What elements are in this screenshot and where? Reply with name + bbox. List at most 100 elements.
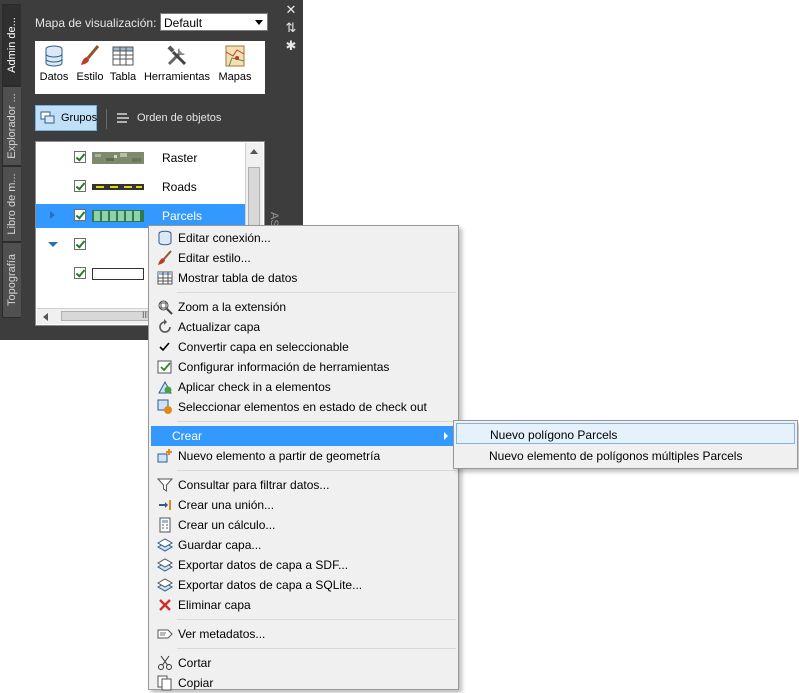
scroll-left-icon[interactable] (43, 313, 48, 321)
menu-item-cortar[interactable]: Cortar (151, 653, 456, 673)
menu-separator (177, 648, 456, 649)
autohide-icon[interactable]: ⇅ (283, 20, 299, 36)
menu-item-configurar-información-de-herramientas[interactable]: Configurar información de herramientas (151, 357, 456, 377)
layer-row-raster[interactable]: Raster (36, 146, 246, 170)
menu-item-label: Editar estilo... (178, 251, 251, 265)
check-out-select-icon (157, 399, 172, 414)
display-map-value: Default (164, 16, 203, 30)
display-map-select[interactable]: Default (160, 13, 268, 31)
datos-button[interactable]: Datos (37, 44, 71, 83)
menu-item-zoom-a-la-extensión[interactable]: Zoom a la extensión (151, 297, 456, 317)
layer-visibility-checkbox[interactable] (74, 180, 86, 192)
calculator-icon (159, 517, 171, 533)
menu-item-nuevo-multipoligono[interactable]: Nuevo elemento de polígonos múltiples Pa… (456, 445, 795, 466)
toolbar-separator (106, 109, 107, 129)
estilo-button[interactable]: Estilo (73, 44, 107, 83)
scroll-up-icon[interactable] (250, 149, 258, 154)
menu-item-label: Ver metadatos... (178, 627, 266, 641)
menu-item-crear-una-unión[interactable]: Crear una unión... (151, 495, 456, 515)
palette-side-tabs: Admin de... Explorador ... Libro de m...… (0, 0, 22, 320)
export-sdf-icon (157, 558, 173, 572)
menu-item-label: Configurar información de herramientas (178, 360, 390, 374)
menu-item-mostrar-tabla-de-datos[interactable]: Mostrar tabla de datos (151, 268, 456, 288)
table-icon (157, 271, 173, 285)
menu-item-label: Editar conexión... (178, 231, 271, 245)
menu-item-guardar-capa[interactable]: Guardar capa... (151, 535, 456, 555)
menu-item-label: Convertir capa en seleccionable (178, 340, 349, 354)
menu-item-exportar-datos-de-capa-a-sdf[interactable]: Exportar datos de capa a SDF... (151, 555, 456, 575)
menu-item-nuevo-elemento-a-partir-de-geometría[interactable]: Nuevo elemento a partir de geometría (151, 446, 456, 466)
menu-item-copiar[interactable]: Copiar (151, 673, 456, 693)
menu-separator (177, 470, 456, 471)
export-sqlite-icon (157, 578, 173, 592)
refresh-icon (159, 319, 171, 333)
menu-item-ver-metadatos[interactable]: Ver metadatos... (151, 624, 456, 644)
create-submenu: Nuevo polígono Parcels Nuevo elemento de … (453, 420, 798, 469)
menu-item-actualizar-capa[interactable]: Actualizar capa (151, 317, 456, 337)
join-icon (159, 500, 171, 510)
menu-item-label: Nuevo elemento de polígonos múltiples Pa… (489, 449, 743, 463)
menu-separator (177, 421, 456, 422)
layer-visibility-checkbox[interactable] (74, 267, 86, 279)
close-icon[interactable]: ✕ (283, 2, 299, 18)
view-switch-row: Grupos Orden de objetos (35, 105, 267, 133)
layer-row-roads[interactable]: Roads (36, 175, 246, 199)
draw-order-icon (117, 113, 129, 123)
menu-item-label: Nuevo elemento a partir de geometría (178, 449, 381, 463)
palette-title-controls: ✕ ⇅ ✱ (281, 2, 301, 56)
menu-item-label: Crear (172, 429, 203, 443)
herramientas-button[interactable]: Herramientas (141, 44, 213, 83)
metadata-icon (157, 629, 173, 639)
layer-visibility-checkbox[interactable] (74, 151, 86, 163)
brush-icon (158, 250, 172, 265)
menu-item-label: Cortar (178, 656, 212, 670)
layer-name: Raster (162, 151, 198, 165)
outline-swatch-icon (92, 268, 144, 280)
layer-visibility-checkbox[interactable] (74, 238, 86, 250)
raster-swatch-icon (92, 152, 144, 164)
tab-libro[interactable]: Libro de m... (2, 166, 21, 242)
menu-item-aplicar-check-in-a-elementos[interactable]: Aplicar check in a elementos (151, 377, 456, 397)
tabla-button[interactable]: Tabla (107, 44, 139, 83)
menu-separator (177, 619, 456, 620)
menu-item-crear-un-cálculo[interactable]: Crear un cálculo... (151, 515, 456, 535)
menu-item-label: Seleccionar elementos en estado de check… (178, 400, 427, 414)
tab-admin[interactable]: Admin de... (2, 4, 21, 86)
scroll-thumb[interactable] (248, 167, 260, 227)
submenu-arrow-icon (444, 432, 448, 440)
menu-item-convertir-capa-en-seleccionable[interactable]: Convertir capa en seleccionable (151, 337, 456, 357)
collapse-arrow-icon[interactable] (48, 242, 58, 247)
tab-explorador[interactable]: Explorador ... (2, 86, 21, 166)
mapas-button[interactable]: Mapas (215, 44, 255, 83)
tab-topografia[interactable]: Topografía (2, 242, 21, 318)
menu-item-label: Zoom a la extensión (178, 300, 287, 314)
layer-context-menu: Editar conexión... Editar estilo... Mostra… (148, 225, 459, 693)
road-swatch-icon (92, 184, 144, 190)
menu-item-editar-estilo[interactable]: Editar estilo... (151, 248, 456, 268)
menu-separator (177, 292, 456, 293)
tools-icon (167, 45, 187, 66)
menu-item-crear[interactable]: Crear (151, 426, 456, 446)
menu-item-consultar-para-filtrar-datos[interactable]: Consultar para filtrar datos... (151, 475, 456, 495)
menu-item-label: Exportar datos de capa a SDF... (178, 558, 349, 572)
menu-item-label: Nuevo polígono Parcels (490, 428, 618, 442)
menu-item-label: Actualizar capa (178, 320, 261, 334)
menu-item-label: Consultar para filtrar datos... (178, 478, 330, 492)
layer-name: Parcels (162, 209, 203, 223)
parcels-swatch-icon (92, 210, 144, 222)
delete-icon (159, 599, 171, 611)
menu-item-nuevo-poligono[interactable]: Nuevo polígono Parcels (456, 423, 795, 444)
groups-button[interactable]: Grupos (35, 105, 97, 131)
menu-item-eliminar-capa[interactable]: Eliminar capa (151, 595, 456, 615)
layer-visibility-checkbox[interactable] (74, 209, 86, 221)
menu-item-label: Crear una unión... (178, 498, 275, 512)
copy-icon (157, 675, 172, 691)
menu-item-editar-conexión[interactable]: Editar conexión... (151, 228, 456, 248)
menu-item-seleccionar-elementos-en-estado-de-check-out[interactable]: Seleccionar elementos en estado de check… (151, 397, 456, 417)
menu-item-label: Eliminar capa (178, 598, 251, 612)
layer-name: Roads (162, 180, 197, 194)
chevron-down-icon (255, 20, 263, 25)
menu-item-exportar-datos-de-capa-a-sqlite[interactable]: Exportar datos de capa a SQLite... (151, 575, 456, 595)
expand-arrow-icon[interactable] (50, 211, 55, 219)
settings-icon[interactable]: ✱ (283, 38, 299, 54)
